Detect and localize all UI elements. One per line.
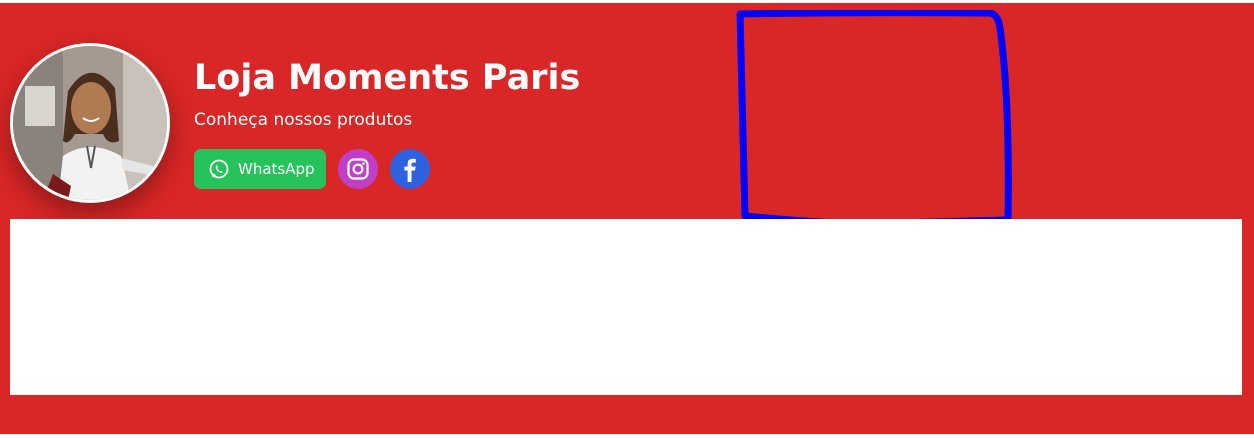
store-avatar: [10, 43, 170, 203]
instagram-button[interactable]: [338, 149, 378, 189]
store-tagline: Conheça nossos produtos: [194, 110, 413, 130]
facebook-icon: [404, 158, 416, 182]
store-content-area: [10, 219, 1242, 395]
whatsapp-label: WhatsApp: [238, 160, 315, 178]
store-name: Loja Moments Paris: [194, 58, 581, 98]
whatsapp-button[interactable]: WhatsApp: [194, 149, 326, 189]
whatsapp-icon: [208, 158, 230, 180]
store-page: Loja Moments Paris Conheça nossos produt…: [0, 0, 1254, 438]
avatar-photo: [13, 46, 167, 200]
facebook-button[interactable]: [390, 149, 430, 189]
instagram-icon: [347, 158, 369, 180]
social-links: WhatsApp: [194, 149, 430, 189]
